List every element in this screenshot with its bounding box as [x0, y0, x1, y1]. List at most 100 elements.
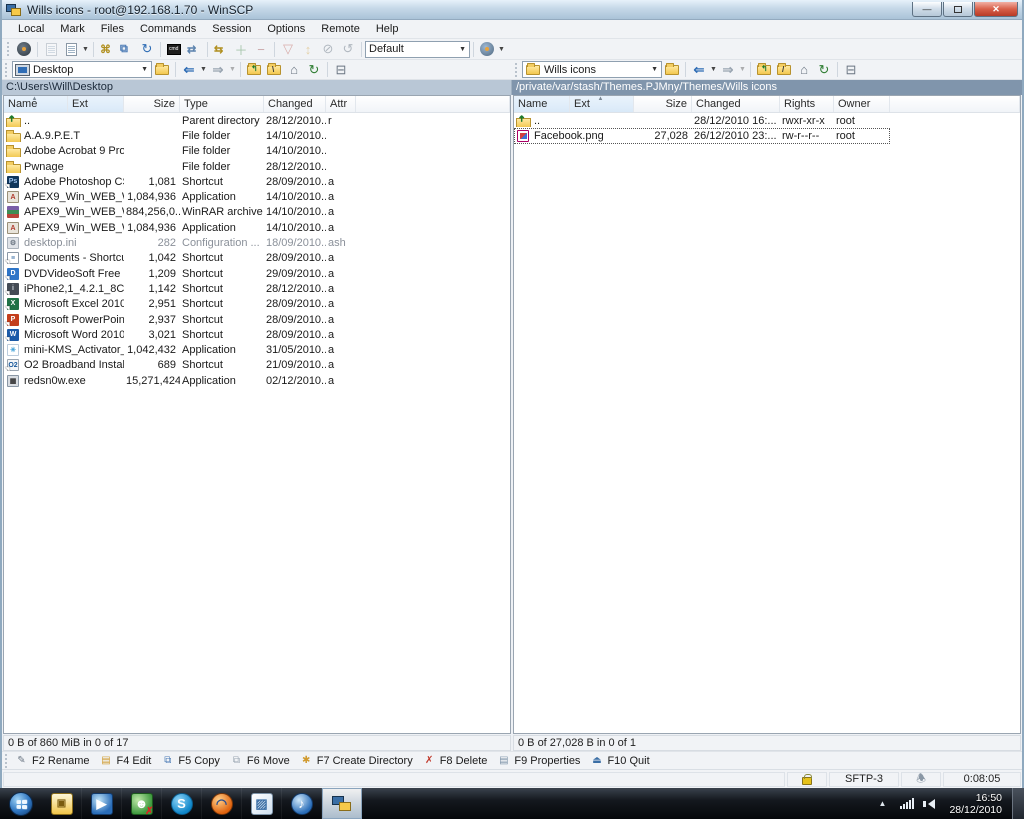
- home-directory-button[interactable]: ⌂: [794, 61, 814, 79]
- f4-edit-button[interactable]: ▤ F4 Edit: [96, 755, 158, 767]
- taskbar-app-ffx[interactable]: ◠: [202, 788, 242, 819]
- local-directory-combo[interactable]: Desktop ▼: [12, 61, 152, 78]
- column-header-rights[interactable]: Rights: [780, 96, 834, 112]
- transfer-settings-button[interactable]: ⌘: [97, 40, 117, 58]
- home-directory-button[interactable]: ⌂: [284, 61, 304, 79]
- open-directory-button[interactable]: [662, 61, 682, 79]
- column-header-size[interactable]: Size: [634, 96, 692, 112]
- remote-path-bar[interactable]: /private/var/stash/Themes.PJMny/Themes/W…: [512, 80, 1022, 95]
- open-session-button[interactable]: [61, 40, 81, 58]
- table-row[interactable]: .. 28/12/2010 16:... rwxr-xr-x root: [514, 113, 1020, 128]
- transfer-options-dropdown[interactable]: ▼: [497, 46, 506, 53]
- column-header-attr[interactable]: Attr: [326, 96, 356, 112]
- save-session-button[interactable]: [41, 40, 61, 58]
- filter-button[interactable]: ▽: [278, 40, 298, 58]
- sort-button[interactable]: ↕: [298, 40, 318, 58]
- tree-toggle-button[interactable]: ⊟: [841, 61, 861, 79]
- menu-item-files[interactable]: Files: [93, 21, 132, 37]
- f9-properties-button[interactable]: ▤ F9 Properties: [494, 755, 587, 767]
- menu-item-help[interactable]: Help: [368, 21, 407, 37]
- remote-file-list[interactable]: ..28/12/2010 16:...rwxr-xr-xrootFacebook…: [514, 113, 1020, 733]
- start-button[interactable]: [3, 790, 39, 817]
- table-row[interactable]: ≡ Documents - Shortcut... 1,042 Shortcut 28/…: [4, 251, 510, 266]
- undo-button[interactable]: ↺: [338, 40, 358, 58]
- f6-move-button[interactable]: ⧉ F6 Move: [227, 755, 297, 767]
- table-row[interactable]: X Microsoft Excel 2010.lnk 2,951 Shortcut 28…: [4, 297, 510, 312]
- menu-item-mark[interactable]: Mark: [52, 21, 92, 37]
- show-hidden-icons-button[interactable]: ▲: [871, 799, 895, 808]
- tree-toggle-button[interactable]: ⊟: [331, 61, 351, 79]
- back-button[interactable]: ⇐: [179, 61, 199, 79]
- table-row[interactable]: P Microsoft PowerPoint... 2,937 Shortcut 28/…: [4, 312, 510, 327]
- table-row[interactable]: APEX9_Win_WEB_WW...884,256,0...WinRAR ar…: [4, 205, 510, 220]
- taskbar-app-skype[interactable]: S: [162, 788, 202, 819]
- menu-item-session[interactable]: Session: [204, 21, 259, 37]
- table-row[interactable]: ✳ mini-KMS_Activator_v...1,042,432 Applica…: [4, 342, 510, 357]
- open-session-dropdown[interactable]: ▼: [81, 46, 90, 53]
- forward-button[interactable]: ⇒: [208, 61, 228, 79]
- remote-directory-combo[interactable]: Wills icons ▼: [522, 61, 662, 78]
- taskbar-clock[interactable]: 16:50 28/12/2010: [943, 792, 1012, 816]
- column-header-owner[interactable]: Owner: [834, 96, 890, 112]
- menu-item-options[interactable]: Options: [259, 21, 313, 37]
- root-directory-button[interactable]: \: [264, 61, 284, 79]
- taskbar-app-journal[interactable]: ▨: [242, 788, 282, 819]
- root-directory-button[interactable]: /: [774, 61, 794, 79]
- table-row[interactable]: D DVDVideoSoft Free St... 1,209 Shortcut 29/…: [4, 266, 510, 281]
- column-header-ext[interactable]: ▲ Ext: [570, 96, 634, 112]
- table-row[interactable]: O2 O2 Broadband Installe... 689 Shortcut 21/…: [4, 358, 510, 373]
- synchronize-browsing-button[interactable]: ⧉: [117, 40, 137, 58]
- title-bar[interactable]: Wills icons - root@192.168.1.70 - WinSCP…: [2, 0, 1022, 20]
- column-header-changed[interactable]: Changed: [264, 96, 326, 112]
- f10-quit-button[interactable]: ⏏ F10 Quit: [587, 755, 656, 767]
- back-button[interactable]: ⇐: [689, 61, 709, 79]
- menu-item-remote[interactable]: Remote: [313, 21, 368, 37]
- synchronize-button[interactable]: ⇆: [211, 40, 231, 58]
- taskbar-app-itunes[interactable]: ♪: [282, 788, 322, 819]
- back-dropdown[interactable]: ▼: [199, 66, 208, 73]
- table-row[interactable]: A APEX9_Win_WEB_WW...1,084,936 Application…: [4, 220, 510, 235]
- open-directory-button[interactable]: [152, 61, 172, 79]
- table-row[interactable]: ⚙ desktop.ini 282 Configuration ... 18/09/20…: [4, 235, 510, 250]
- table-row[interactable]: Ps Adobe Photoshop CS... 1,081 Shortcut 28/0…: [4, 174, 510, 189]
- local-file-list[interactable]: ..Parent directory28/12/2010...rA.A.9.P.…: [4, 113, 510, 733]
- parent-directory-button[interactable]: ↰: [754, 61, 774, 79]
- column-header-type[interactable]: Type: [180, 96, 264, 112]
- close-button[interactable]: ✕: [974, 2, 1018, 17]
- f8-delete-button[interactable]: ✗ F8 Delete: [420, 755, 495, 767]
- menu-item-commands[interactable]: Commands: [132, 21, 204, 37]
- toolbar-grip[interactable]: [7, 42, 11, 56]
- taskbar-app-explorer[interactable]: ▣: [42, 788, 82, 819]
- remove-bookmark-button[interactable]: −: [251, 40, 271, 58]
- forward-dropdown[interactable]: ▼: [738, 66, 747, 73]
- console-button[interactable]: [164, 40, 184, 58]
- transfer-options-button[interactable]: [477, 40, 497, 58]
- column-header-name[interactable]: ▲ Name: [4, 96, 68, 112]
- refresh-panel-button[interactable]: ↻: [814, 61, 834, 79]
- minimize-button[interactable]: —: [912, 2, 942, 17]
- table-row[interactable]: Facebook.png 27,028 26/12/2010 23:... rw-r-…: [514, 128, 1020, 144]
- refresh-panel-button[interactable]: ↻: [304, 61, 324, 79]
- table-row[interactable]: i iPhone2,1_4.2.1_8C14... 1,142 Shortcut 28/…: [4, 281, 510, 296]
- disable-button[interactable]: ⊘: [318, 40, 338, 58]
- column-header-ext[interactable]: Ext: [68, 96, 124, 112]
- back-dropdown[interactable]: ▼: [709, 66, 718, 73]
- column-header-changed[interactable]: Changed: [692, 96, 780, 112]
- table-row[interactable]: Pwnage File folder 28/12/2010...: [4, 159, 510, 174]
- menu-item-local[interactable]: Local: [10, 21, 52, 37]
- table-row[interactable]: A.A.9.P.E.T File folder 14/10/2010...: [4, 128, 510, 143]
- table-row[interactable]: .. Parent directory 28/12/2010...r: [4, 113, 510, 128]
- table-row[interactable]: W Microsoft Word 2010.l... 3,021 Shortcut 28…: [4, 327, 510, 342]
- show-desktop-button[interactable]: [1012, 788, 1024, 819]
- session-combo[interactable]: Default ▼: [365, 40, 470, 58]
- queue-button[interactable]: ⇄: [184, 40, 204, 58]
- table-row[interactable]: Adobe Acrobat 9 Pro ... File folder 14/10/…: [4, 144, 510, 159]
- table-row[interactable]: A APEX9_Win_WEB_WW...1,084,936 Application…: [4, 189, 510, 204]
- forward-button[interactable]: ⇒: [718, 61, 738, 79]
- column-header-size[interactable]: Size: [124, 96, 180, 112]
- forward-dropdown[interactable]: ▼: [228, 66, 237, 73]
- taskbar-app-winscp[interactable]: [322, 788, 362, 819]
- add-bookmark-button[interactable]: ＋: [231, 40, 251, 58]
- taskbar-app-msn[interactable]: ☻: [122, 788, 162, 819]
- preferences-button[interactable]: [14, 40, 34, 58]
